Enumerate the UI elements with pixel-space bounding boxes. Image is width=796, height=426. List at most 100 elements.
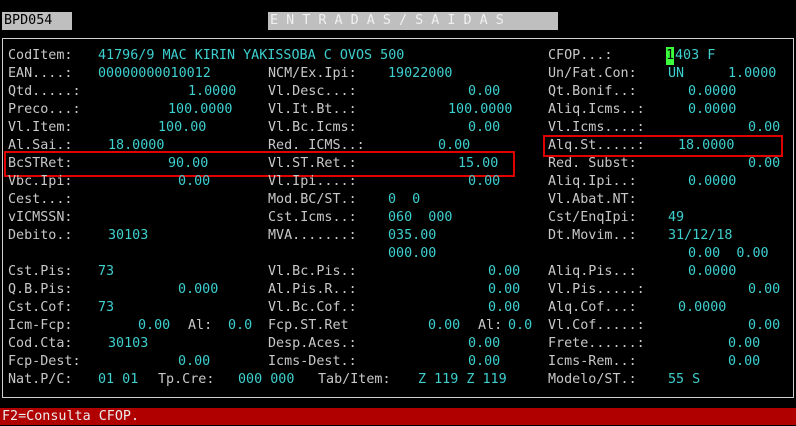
vlbcpis-field[interactable]: 0.00 xyxy=(488,263,520,281)
qtd-label: Qtd.....: xyxy=(8,84,81,99)
vlicms-field[interactable]: 0.00 xyxy=(748,119,780,137)
text-cursor[interactable]: 1 xyxy=(666,47,675,65)
mva-field[interactable]: 035.00 xyxy=(388,227,436,245)
al-field[interactable]: 0.0 xyxy=(228,317,252,335)
vlipi-label: Vl.Ipi....: xyxy=(268,174,357,189)
tabitem-field[interactable]: Z 119 Z 119 xyxy=(418,371,507,389)
qtd-field[interactable]: 1.0000 xyxy=(188,83,236,101)
modbcst-field[interactable]: 0 0 xyxy=(388,191,420,209)
csticms-field[interactable]: 060 000 xyxy=(388,209,453,227)
modelost-field[interactable]: 55 S xyxy=(668,371,700,389)
ean-field[interactable]: 00000000010012 xyxy=(98,65,211,83)
unfat-field[interactable]: 1.0000 xyxy=(728,65,776,83)
redsubst-field[interactable]: 0.00 xyxy=(748,155,780,173)
aliqicms-label: Aliq.Icms..: xyxy=(548,102,645,117)
vlbcicms-field[interactable]: 0.00 xyxy=(468,119,500,137)
alsai-field[interactable]: 18.0000 xyxy=(108,137,164,155)
cstcof-label: Cst.Cof: xyxy=(8,300,73,315)
fcpstret-field[interactable]: 0.00 xyxy=(428,317,460,335)
aliqipi-field[interactable]: 0.0000 xyxy=(688,173,736,191)
frete-field[interactable]: 0.00 xyxy=(728,335,760,353)
tpcre-field[interactable]: 000 000 xyxy=(238,371,294,389)
icmsdest-label: Icms-Dest.: xyxy=(268,354,357,369)
vlcof-label: Vl.Cof.....: xyxy=(548,318,645,333)
aliqcof-label: Alq.Cof...: xyxy=(548,300,637,315)
dtmovim-field[interactable]: 31/12/18 xyxy=(668,227,733,245)
dtmovim-extra-field[interactable]: 0.00 0.00 xyxy=(688,245,769,263)
ncm-field[interactable]: 19022000 xyxy=(388,65,453,83)
al-label: Al: xyxy=(188,318,213,333)
vlitbt-field[interactable]: 100.0000 xyxy=(448,101,513,119)
icmsrem-field[interactable]: 0.00 xyxy=(728,353,760,371)
vlpis-label: Vl.Pis.....: xyxy=(548,282,645,297)
icmfcp-field[interactable]: 0.00 xyxy=(138,317,170,335)
redsubst-label: Red. Subst: xyxy=(548,156,637,171)
cstpis-field[interactable]: 73 xyxy=(98,263,114,281)
cfop-label: CFOP...: xyxy=(548,48,613,63)
vlitem-label: Vl.Item: xyxy=(8,120,73,135)
cstenqipi-field[interactable]: 49 xyxy=(668,209,684,227)
debito-label: Debito.: xyxy=(8,228,73,243)
vlbccof-field[interactable]: 0.00 xyxy=(488,299,520,317)
vlabatnt-label: Vl.Abat.NT: xyxy=(548,192,637,207)
cest-label: Cest...: xyxy=(8,192,73,207)
aliqpis-field[interactable]: 0.0000 xyxy=(688,263,736,281)
bcstret-label: BcSTRet: xyxy=(8,156,73,171)
aliqpis-label: Aliq.Pis..: xyxy=(548,264,637,279)
preco-field[interactable]: 100.0000 xyxy=(168,101,233,119)
ean-label: EAN....: xyxy=(8,66,73,81)
alpisr-field[interactable]: 0.00 xyxy=(488,281,520,299)
unfat-label: Un/Fat.Con: xyxy=(548,66,637,81)
coditem-label: CodItem: xyxy=(8,48,73,63)
qbpis-label: Q.B.Pis: xyxy=(8,282,73,297)
vlitem-field[interactable]: 100.00 xyxy=(158,119,206,137)
vlbcpis-label: Vl.Bc.Pis.: xyxy=(268,264,357,279)
al2-field[interactable]: 0.0 xyxy=(508,317,532,335)
alqst-field[interactable]: 18.0000 xyxy=(678,137,734,155)
alsai-label: Al.Sai.: xyxy=(8,138,73,153)
codcta-label: Cod.Cta: xyxy=(8,336,73,351)
status-bar: F2=Consulta CFOP. xyxy=(0,408,796,425)
fcpdest-field[interactable]: 0.00 xyxy=(178,353,210,371)
debito-field[interactable]: 30103 xyxy=(108,227,148,245)
mva-label: MVA.......: xyxy=(268,228,357,243)
al2-label: Al: xyxy=(478,318,503,333)
unfat-un-field[interactable]: UN xyxy=(668,65,684,83)
codcta-field[interactable]: 30103 xyxy=(108,335,148,353)
cfop-field[interactable]: 403 F xyxy=(675,47,715,65)
vldesc-field[interactable]: 0.00 xyxy=(468,83,500,101)
cstenqipi-label: Cst/EnqIpi: xyxy=(548,210,637,225)
aliqcof-field[interactable]: 0.0000 xyxy=(678,299,726,317)
qtbonif-field[interactable]: 0.0000 xyxy=(688,83,736,101)
vlpis-field[interactable]: 0.00 xyxy=(748,281,780,299)
vbcipi-label: Vbc.Ipi: xyxy=(8,174,73,189)
natpc-field[interactable]: 01 01 xyxy=(98,371,138,389)
vlstret-field[interactable]: 15.00 xyxy=(458,155,498,173)
modbcst-label: Mod.BC/ST.: xyxy=(268,192,357,207)
vlbccof-label: Vl.Bc.Cof.: xyxy=(268,300,357,315)
cstcof-field[interactable]: 73 xyxy=(98,299,114,317)
mva-field-2[interactable]: 000.00 xyxy=(388,245,436,263)
qbpis-field[interactable]: 0.000 xyxy=(178,281,218,299)
tpcre-label: Tp.Cre: xyxy=(158,372,215,387)
modelost-label: Modelo/ST.: xyxy=(548,372,637,387)
bcstret-field[interactable]: 90.00 xyxy=(168,155,208,173)
vbcipi-field[interactable]: 0.00 xyxy=(178,173,210,191)
ncm-label: NCM/Ex.Ipi: xyxy=(268,66,357,81)
despaces-field[interactable]: 0.00 xyxy=(468,335,500,353)
aliqicms-field[interactable]: 0.0000 xyxy=(688,101,736,119)
icmfcp-label: Icm-Fcp: xyxy=(8,318,73,333)
natpc-label: Nat.P/C: xyxy=(8,372,73,387)
coditem-field[interactable]: 41796/9 MAC KIRIN YAKISSOBA C OVOS 500 xyxy=(98,47,404,65)
vlstret-label: Vl.ST.Ret.: xyxy=(268,156,357,171)
vlcof-field[interactable]: 0.00 xyxy=(748,317,780,335)
status-text: F2=Consulta CFOP. xyxy=(2,409,140,424)
aliqipi-label: Aliq.Ipi..: xyxy=(548,174,637,189)
redicms-field[interactable]: 0.00 xyxy=(438,137,470,155)
fcpstret-label: Fcp.ST.Ret xyxy=(268,318,349,333)
alpisr-label: Al.Pis.R..: xyxy=(268,282,357,297)
vlipi-field[interactable]: 0.00 xyxy=(468,173,500,191)
icmsrem-label: Icms-Rem..: xyxy=(548,354,637,369)
icmsdest-field[interactable]: 0.00 xyxy=(468,353,500,371)
fcpdest-label: Fcp-Dest: xyxy=(8,354,81,369)
